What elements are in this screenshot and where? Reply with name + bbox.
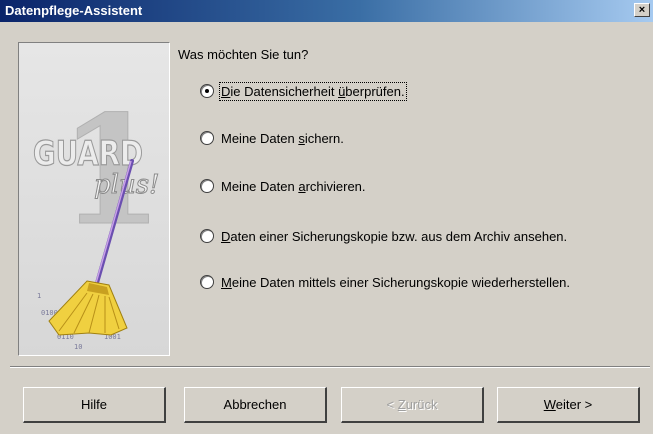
- option-restore-data[interactable]: Meine Daten mittels einer Sicherungskopi…: [200, 273, 570, 291]
- option-label: Daten einer Sicherungskopie bzw. aus dem…: [221, 228, 568, 244]
- close-icon: ×: [638, 4, 646, 16]
- option-label: Meine Daten sichern.: [221, 130, 344, 146]
- option-view-backup[interactable]: Daten einer Sicherungskopie bzw. aus dem…: [200, 227, 567, 245]
- option-archive-data[interactable]: Meine Daten archivieren.: [200, 177, 366, 195]
- guard-plus-illustration: 1 GUARD plus! 01001 10110 0110 1001 10 1: [18, 42, 170, 356]
- radio-button[interactable]: [200, 131, 214, 145]
- back-button[interactable]: < Zurück: [341, 387, 484, 423]
- separator: [10, 366, 650, 368]
- option-check-security[interactable]: Die Datensicherheit überprüfen.: [200, 81, 407, 101]
- radio-button[interactable]: [200, 179, 214, 193]
- radio-button[interactable]: [200, 229, 214, 243]
- back-button-label: < Zurück: [386, 397, 438, 412]
- next-button[interactable]: Weiter >: [497, 387, 640, 423]
- option-label: Meine Daten archivieren.: [221, 178, 366, 194]
- window-title: Datenpflege-Assistent: [5, 3, 143, 18]
- option-backup-data[interactable]: Meine Daten sichern.: [200, 129, 344, 147]
- option-label: Die Datensicherheit überprüfen.: [219, 81, 407, 101]
- next-button-label: Weiter >: [543, 397, 593, 412]
- svg-text:1: 1: [37, 292, 41, 300]
- radio-button[interactable]: [200, 84, 214, 98]
- logo-word: GUARD: [33, 134, 143, 174]
- title-bar: Datenpflege-Assistent ×: [0, 0, 653, 22]
- help-button[interactable]: Hilfe: [23, 387, 166, 423]
- option-label: Meine Daten mittels einer Sicherungskopi…: [221, 274, 571, 290]
- close-button[interactable]: ×: [634, 3, 650, 17]
- help-button-label: Hilfe: [80, 397, 107, 412]
- radio-button[interactable]: [200, 275, 214, 289]
- question-label: Was möchten Sie tun?: [178, 47, 309, 62]
- svg-text:10: 10: [74, 343, 82, 351]
- broom-icon: 1 GUARD plus! 01001 10110 0110 1001 10 1: [32, 83, 163, 352]
- cancel-button[interactable]: Abbrechen: [184, 387, 327, 423]
- radio-dot: [205, 89, 209, 93]
- cancel-button-label: Abbrechen: [223, 397, 287, 412]
